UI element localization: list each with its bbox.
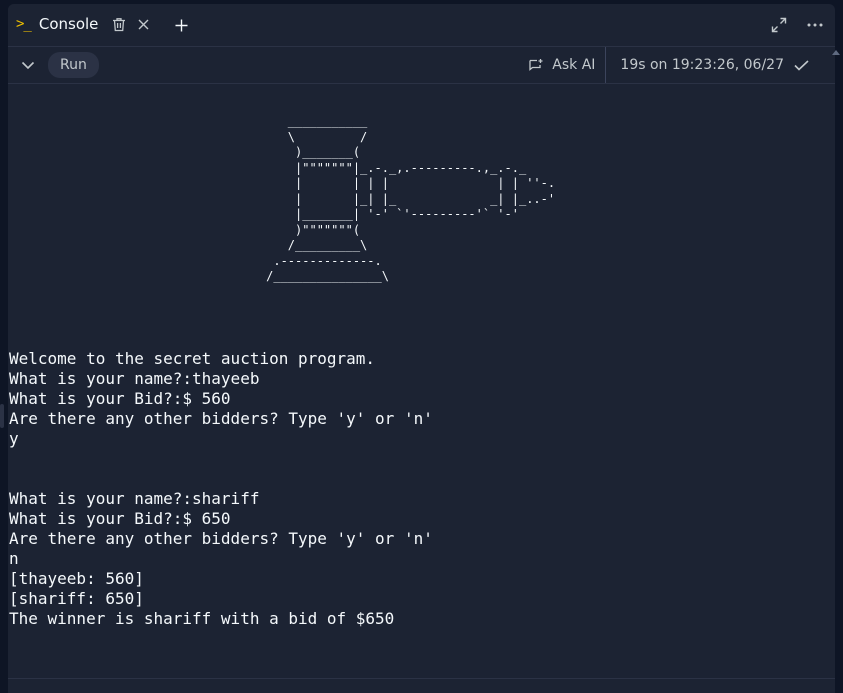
add-tab-icon[interactable] [175, 19, 188, 32]
tab-console[interactable]: >_ Console [8, 4, 158, 46]
console-prompt-icon: >_ [16, 16, 32, 32]
run-status-text: 19s on 19:23:26, 06/27 [620, 57, 784, 73]
console-output: Welcome to the secret auction program. W… [9, 349, 433, 628]
tab-title: Console [38, 15, 99, 33]
resize-handle[interactable] [0, 404, 4, 428]
close-icon[interactable] [138, 19, 149, 30]
tab-actions [771, 4, 823, 46]
ask-ai-icon [528, 58, 544, 73]
gavel-ascii-art: ___________ \ / )_______( |"""""""|_.-._… [266, 114, 556, 283]
run-button[interactable]: Run [48, 52, 99, 78]
console-toolbar: Run Ask AI 19s on 19:23:26, 06/27 [8, 47, 835, 84]
chevron-down-icon[interactable] [18, 55, 38, 75]
run-status: 19s on 19:23:26, 06/27 [606, 57, 809, 73]
maximize-icon[interactable] [771, 17, 787, 33]
ask-ai-label: Ask AI [552, 57, 596, 73]
trash-icon[interactable] [112, 17, 126, 32]
tab-bar: >_ Console [8, 4, 835, 47]
more-options-icon[interactable] [807, 23, 823, 27]
ask-ai-button[interactable]: Ask AI [528, 47, 607, 83]
scroll-up-arrow-icon[interactable] [832, 50, 840, 55]
toolbar-right: Ask AI 19s on 19:23:26, 06/27 [528, 47, 809, 83]
checkmark-icon [794, 59, 809, 71]
divider [8, 678, 835, 679]
